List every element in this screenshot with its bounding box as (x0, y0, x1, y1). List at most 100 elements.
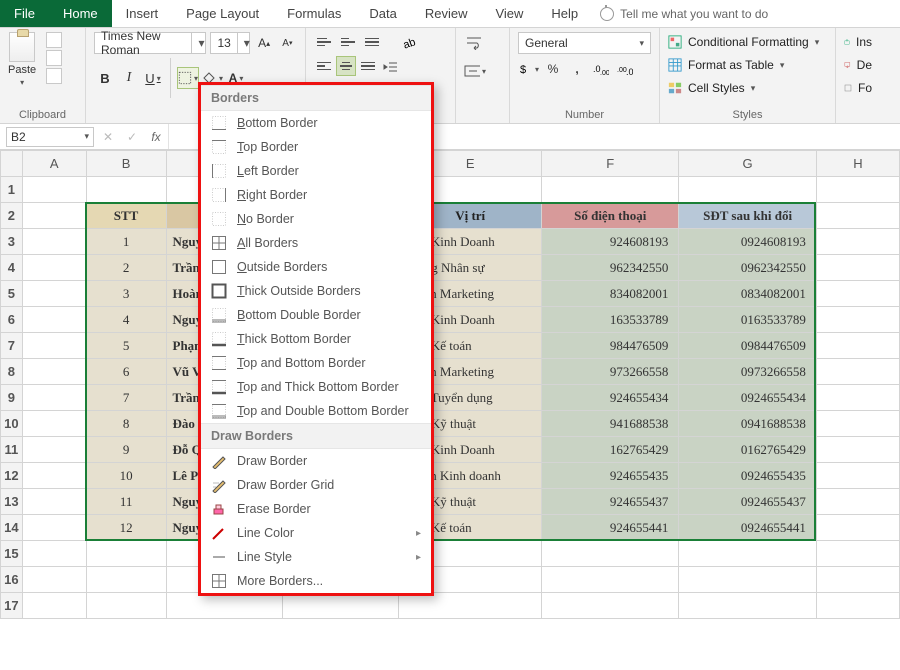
cell[interactable]: 924655434 (542, 385, 679, 411)
cell[interactable] (816, 489, 899, 515)
cell[interactable] (22, 437, 86, 463)
cell[interactable]: SĐT sau khi đổi (679, 203, 817, 229)
row-header[interactable]: 9 (1, 385, 23, 411)
cell[interactable] (816, 463, 899, 489)
cell[interactable]: 0941688538 (679, 411, 817, 437)
cell[interactable] (816, 255, 899, 281)
cell[interactable] (679, 177, 817, 203)
cell[interactable] (816, 281, 899, 307)
insert-cells-button[interactable]: Ins (844, 32, 872, 52)
tab-help[interactable]: Help (537, 0, 592, 27)
cell[interactable]: 0962342550 (679, 255, 817, 281)
cell[interactable] (283, 593, 399, 619)
cell[interactable]: 924655437 (542, 489, 679, 515)
border-option[interactable]: Top Border (201, 135, 431, 159)
cell[interactable]: 3 (86, 281, 166, 307)
cell[interactable]: 11 (86, 489, 166, 515)
row-header[interactable]: 5 (1, 281, 23, 307)
cell[interactable]: 10 (86, 463, 166, 489)
cell[interactable] (22, 463, 86, 489)
draw-border-option[interactable]: More Borders... (201, 569, 431, 593)
cell[interactable] (679, 593, 817, 619)
cell[interactable]: 0163533789 (679, 307, 817, 333)
align-top-button[interactable] (314, 32, 334, 52)
cell[interactable]: 9 (86, 437, 166, 463)
format-as-table-button[interactable]: Format as Table▾ (668, 55, 827, 75)
cell[interactable]: 962342550 (542, 255, 679, 281)
cell[interactable]: 5 (86, 333, 166, 359)
row-header[interactable]: 14 (1, 515, 23, 541)
cell[interactable] (542, 593, 679, 619)
cell[interactable] (542, 567, 679, 593)
row-header[interactable]: 10 (1, 411, 23, 437)
cell[interactable]: Số điện thoại (542, 203, 679, 229)
cell[interactable] (399, 593, 542, 619)
cell[interactable] (22, 541, 86, 567)
row-header[interactable]: 1 (1, 177, 23, 203)
fx-button[interactable]: fx (144, 130, 168, 144)
format-painter-icon[interactable] (46, 68, 62, 84)
accounting-format-button[interactable]: $ (518, 58, 540, 80)
row-header[interactable]: 3 (1, 229, 23, 255)
cell[interactable] (22, 515, 86, 541)
cell[interactable] (816, 541, 899, 567)
cell[interactable] (816, 177, 899, 203)
cell[interactable]: 973266558 (542, 359, 679, 385)
cell[interactable]: 7 (86, 385, 166, 411)
borders-button[interactable] (177, 67, 199, 89)
underline-button[interactable]: U (142, 67, 164, 89)
cell[interactable] (542, 177, 679, 203)
bold-button[interactable]: B (94, 67, 116, 89)
border-option[interactable]: Outside Borders (201, 255, 431, 279)
paste-button[interactable]: Paste ▾ (8, 32, 36, 87)
row-header[interactable]: 12 (1, 463, 23, 489)
row-header[interactable]: 6 (1, 307, 23, 333)
cell[interactable]: 0924608193 (679, 229, 817, 255)
italic-button[interactable]: I (118, 67, 140, 89)
align-right-button[interactable] (358, 56, 378, 76)
cell[interactable] (816, 385, 899, 411)
tab-view[interactable]: View (481, 0, 537, 27)
cell[interactable]: 924655435 (542, 463, 679, 489)
cell[interactable]: 0924655437 (679, 489, 817, 515)
cell[interactable]: 984476509 (542, 333, 679, 359)
cell[interactable]: 0924655441 (679, 515, 817, 541)
cell[interactable]: 941688538 (542, 411, 679, 437)
cell[interactable] (22, 333, 86, 359)
worksheet-grid[interactable]: ABCDEFGH12STTVị tríSố điện thoạiSĐT sau … (0, 150, 900, 670)
cell[interactable]: 2 (86, 255, 166, 281)
cell[interactable] (22, 281, 86, 307)
border-option[interactable]: Top and Thick Bottom Border (201, 375, 431, 399)
cell[interactable] (816, 203, 899, 229)
cell[interactable] (679, 567, 817, 593)
row-header[interactable]: 11 (1, 437, 23, 463)
row-header[interactable]: 16 (1, 567, 23, 593)
percent-button[interactable]: % (542, 58, 564, 80)
row-header[interactable]: 2 (1, 203, 23, 229)
border-option[interactable]: Right Border (201, 183, 431, 207)
draw-border-option[interactable]: Draw Border (201, 449, 431, 473)
align-middle-button[interactable] (338, 32, 358, 52)
row-header[interactable]: 7 (1, 333, 23, 359)
row-header[interactable]: 8 (1, 359, 23, 385)
cell[interactable] (22, 307, 86, 333)
align-left-button[interactable] (314, 56, 334, 76)
border-option[interactable]: Bottom Double Border (201, 303, 431, 327)
tab-insert[interactable]: Insert (112, 0, 173, 27)
cell[interactable] (542, 541, 679, 567)
cell[interactable] (816, 567, 899, 593)
cell[interactable] (22, 229, 86, 255)
cell[interactable] (816, 307, 899, 333)
align-bottom-button[interactable] (362, 32, 382, 52)
cell[interactable] (86, 593, 166, 619)
cell[interactable] (22, 177, 86, 203)
cell[interactable] (22, 203, 86, 229)
draw-border-option[interactable]: Erase Border (201, 497, 431, 521)
cell[interactable]: 0924655434 (679, 385, 817, 411)
tab-formulas[interactable]: Formulas (273, 0, 355, 27)
cell[interactable] (22, 255, 86, 281)
orientation-button[interactable]: ab (398, 32, 418, 52)
comma-style-button[interactable]: , (566, 58, 588, 80)
cell[interactable] (22, 567, 86, 593)
draw-border-option[interactable]: Draw Border Grid (201, 473, 431, 497)
